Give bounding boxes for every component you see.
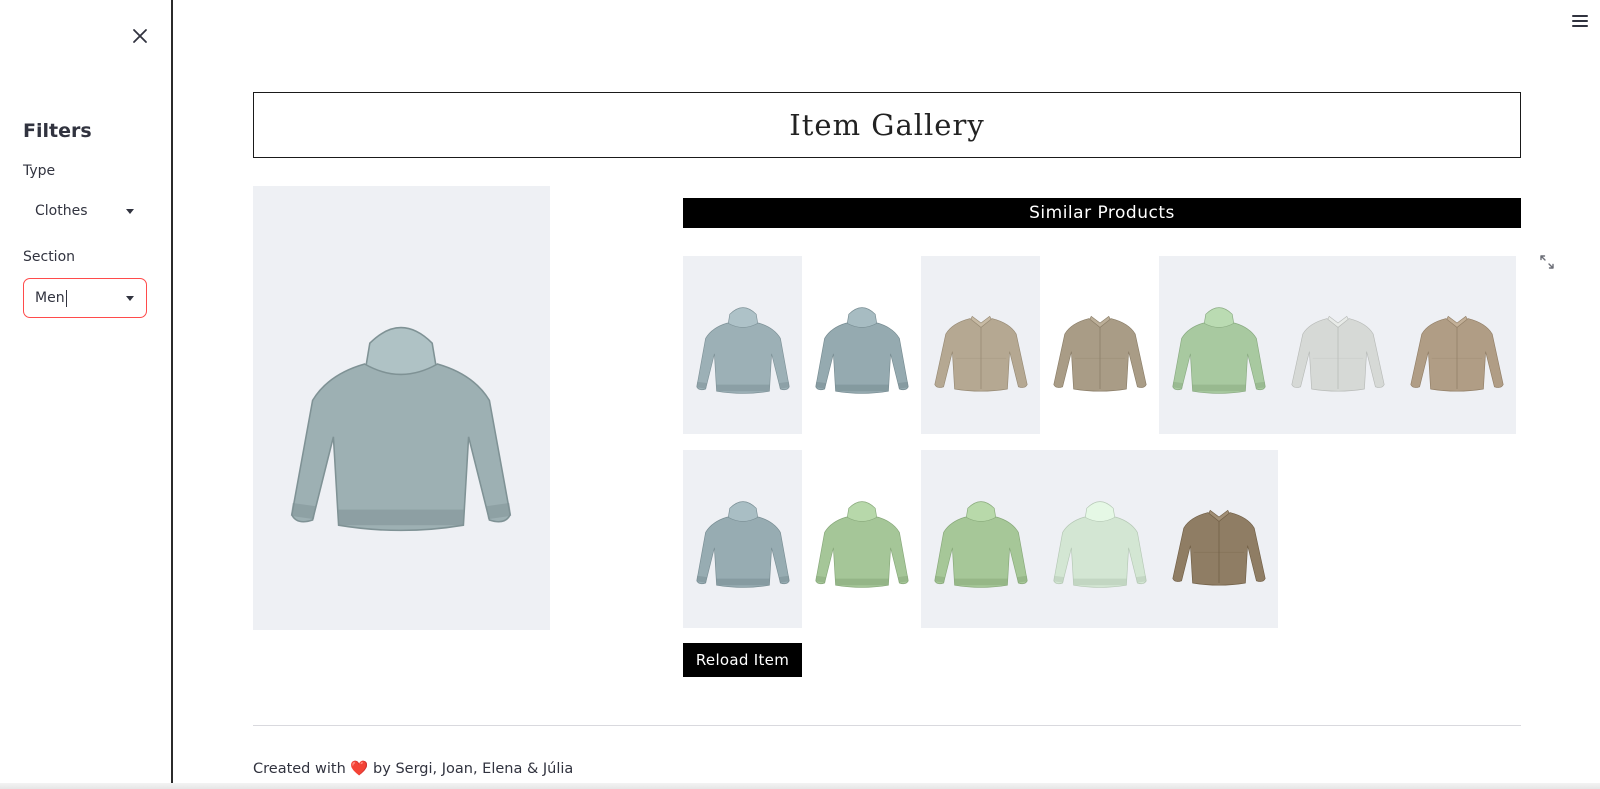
similar-product-thumbnail[interactable] [802,450,921,628]
sidebar: Filters Type Clothes Section Men [0,0,173,789]
product-garment-image [1409,315,1504,392]
product-garment-image [814,501,909,588]
chevron-down-icon [126,209,134,214]
product-garment-image [1290,315,1385,392]
type-select[interactable]: Clothes [23,191,147,231]
similar-product-thumbnail[interactable] [683,256,802,434]
product-garment-image [814,307,909,394]
product-garment-image [695,501,790,588]
similar-product-thumbnail[interactable] [1159,450,1278,628]
title-box: Item Gallery [253,92,1521,158]
product-garment-image [695,307,790,394]
similar-product-thumbnail[interactable] [1040,256,1159,434]
section-select[interactable]: Men [23,278,147,318]
hamburger-menu-icon[interactable] [1572,15,1588,29]
product-garment-image [1052,501,1147,588]
footer-suffix: by Sergi, Joan, Elena & Júlia [373,761,574,777]
similar-product-thumbnail[interactable] [802,256,921,434]
product-garment-image [1171,509,1266,586]
footer-prefix: Created with [253,761,346,777]
expand-icon[interactable] [1539,254,1555,270]
similar-product-thumbnail[interactable] [1159,256,1278,434]
reload-item-button[interactable]: Reload Item [683,643,802,677]
similar-product-thumbnail[interactable] [1397,256,1516,434]
section-label: Section [23,249,76,265]
type-select-value: Clothes [35,203,88,219]
product-garment-image [1052,315,1147,392]
similar-product-thumbnail[interactable] [683,450,802,628]
filters-heading: Filters [23,120,92,142]
type-label: Type [23,163,56,179]
bottom-shadow [0,783,1600,789]
heart-icon: ❤️ [350,761,369,777]
section-select-value: Men [35,290,65,306]
main-product-image [253,186,550,630]
close-icon[interactable] [131,27,149,45]
footer: Created with ❤️ by Sergi, Joan, Elena & … [253,760,573,777]
page-title: Item Gallery [789,108,985,142]
chevron-down-icon [126,296,134,301]
product-garment-image [933,315,1028,392]
similar-product-thumbnail[interactable] [921,256,1040,434]
product-garment-image [1171,307,1266,394]
similar-products-header: Similar Products [683,198,1521,228]
similar-product-thumbnail[interactable] [1040,450,1159,628]
similar-product-thumbnail[interactable] [921,450,1040,628]
text-cursor [65,289,67,307]
divider [253,725,1521,726]
product-garment-image [933,501,1028,588]
similar-product-thumbnail[interactable] [1278,256,1397,434]
main-product-garment [290,327,512,532]
